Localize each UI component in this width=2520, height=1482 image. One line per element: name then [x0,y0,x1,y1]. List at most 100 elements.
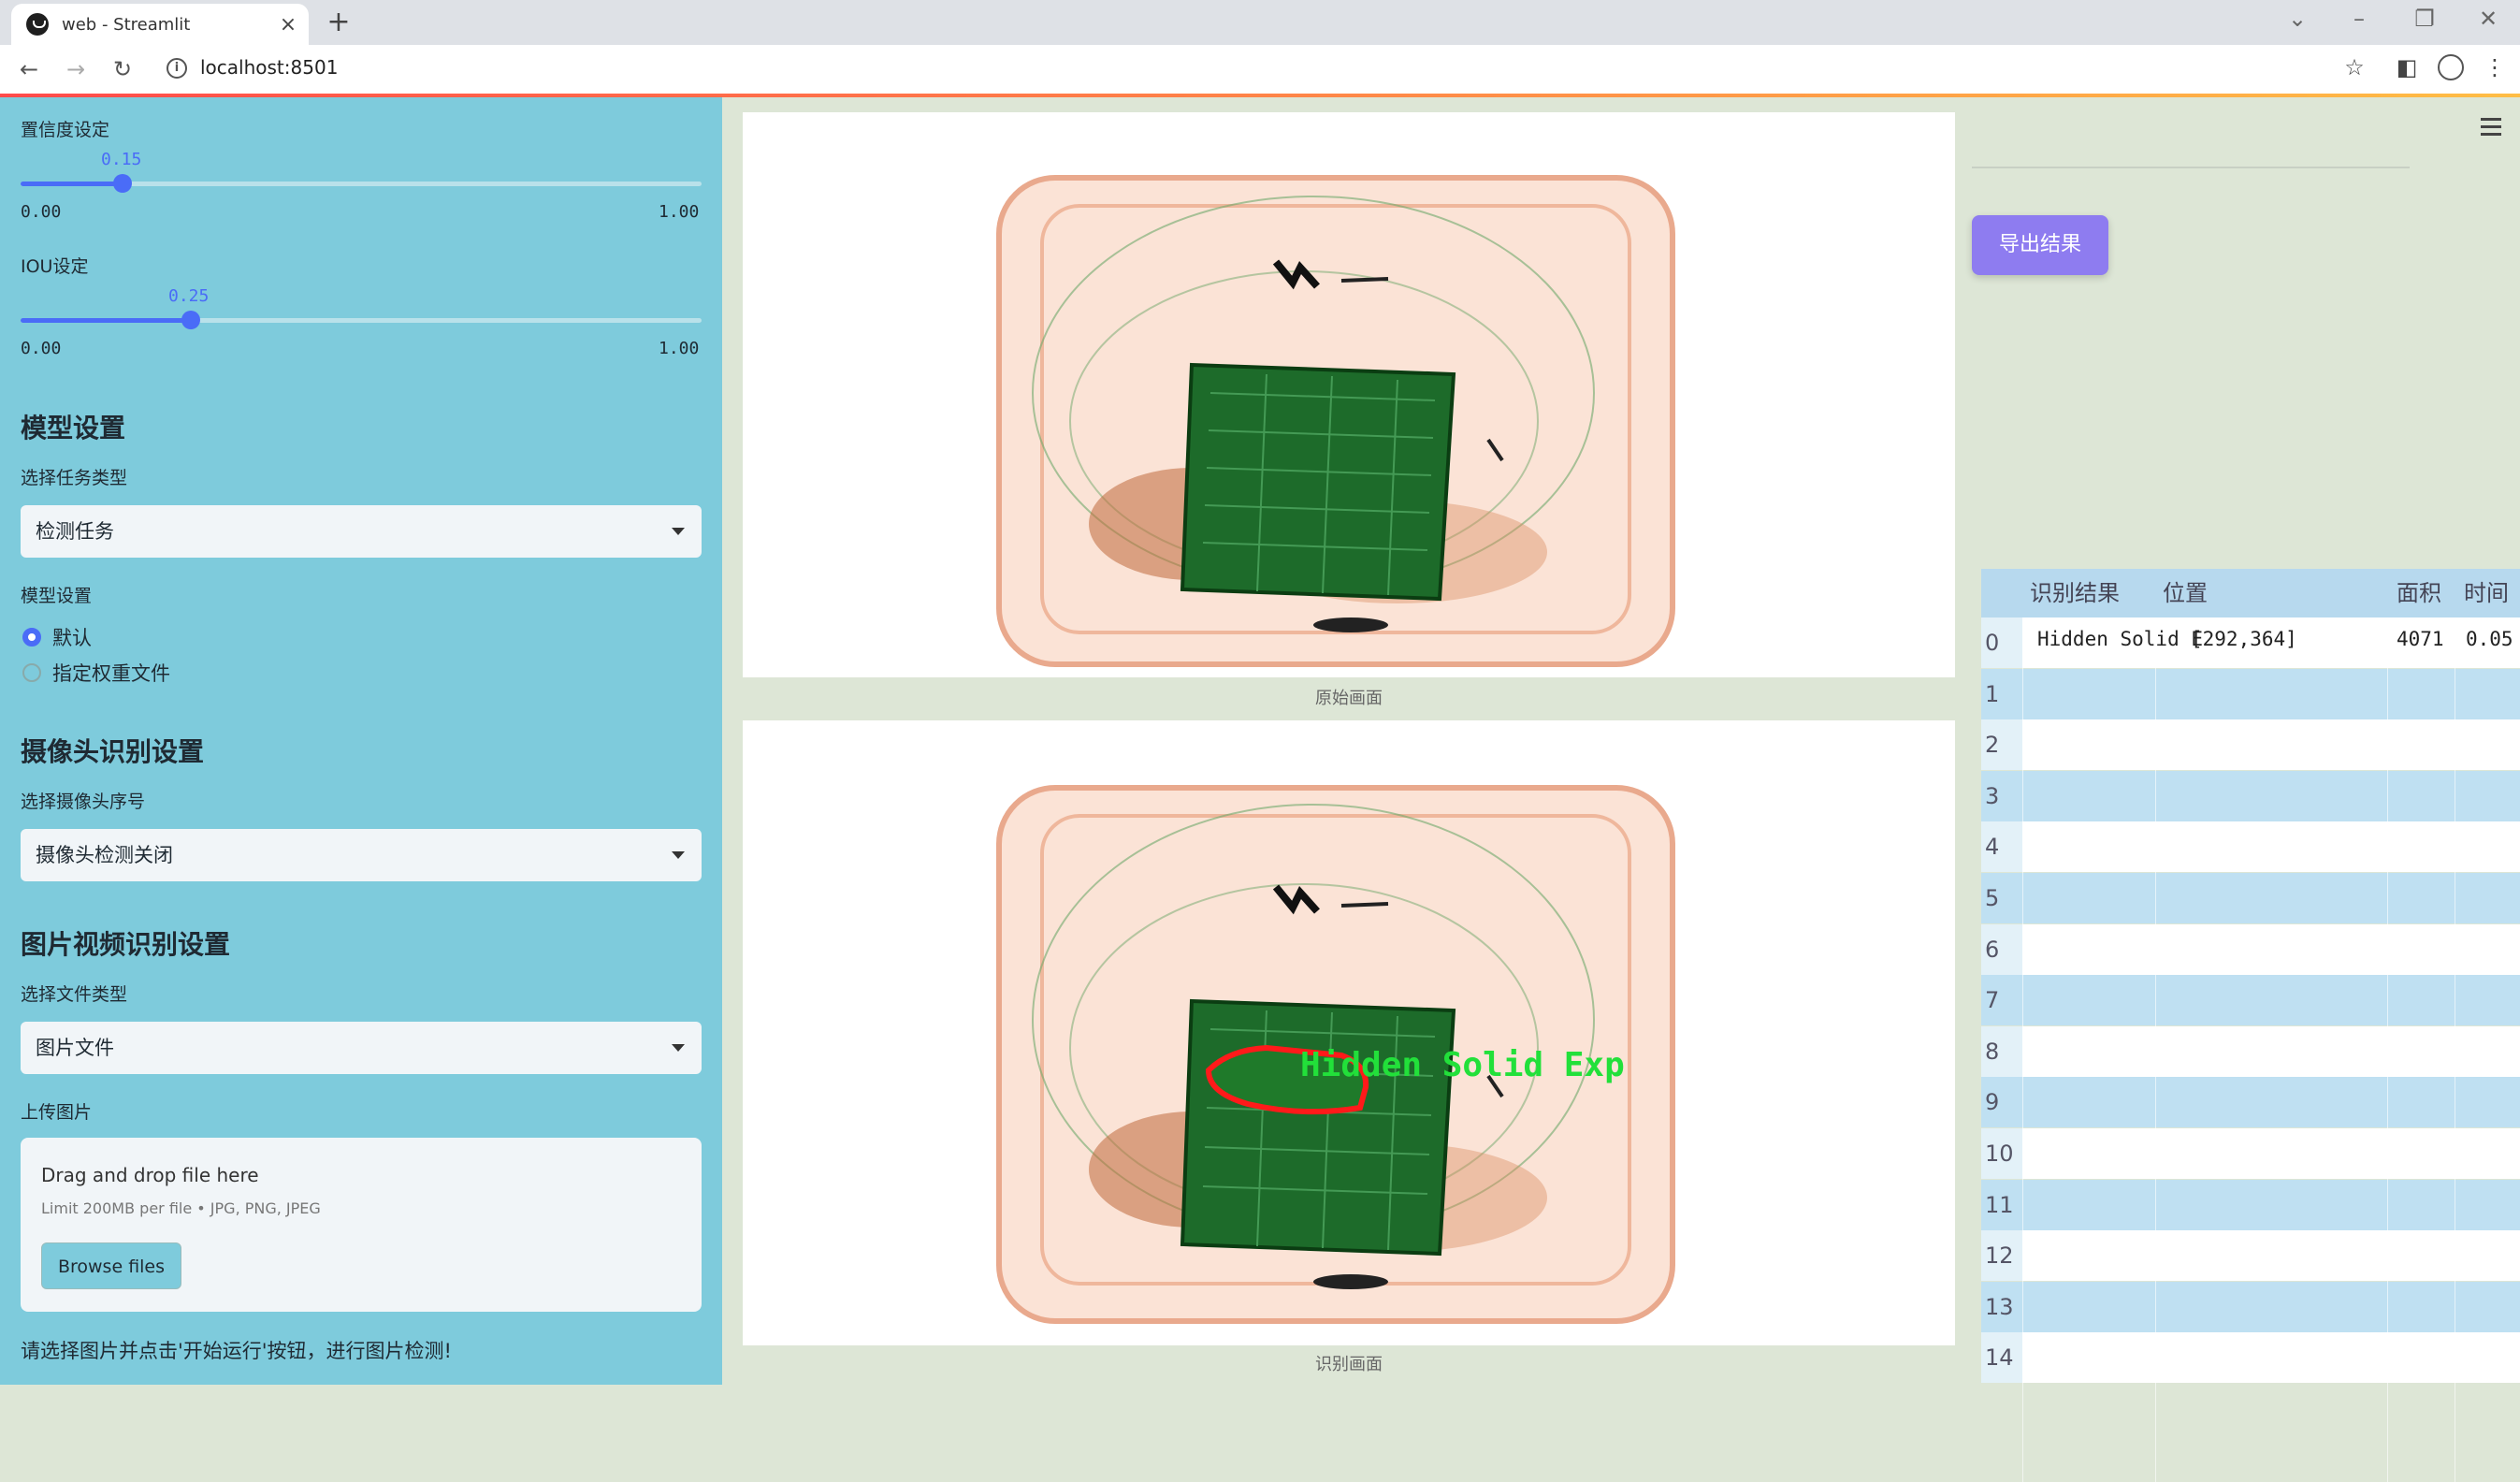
confidence-slider-thumb[interactable] [113,174,133,193]
confidence-label: 置信度设定 [21,120,110,140]
address-bar[interactable]: localhost:8501 [200,56,338,79]
chevron-down-icon [672,1044,685,1052]
close-window-icon[interactable]: ✕ [2469,6,2507,32]
original-image-caption: 原始画面 [1315,689,1383,708]
main-menu-icon[interactable] [2481,118,2501,140]
section-divider [1972,167,2410,168]
column-header-result[interactable]: 识别结果 [2030,569,2120,618]
column-divider [2387,618,2388,1482]
restore-icon[interactable]: ❐ [2406,6,2443,32]
column-header-time[interactable]: 时间 [2464,569,2509,618]
task-type-select[interactable]: 检测任务 [21,505,702,558]
task-type-value: 检测任务 [36,520,114,543]
back-icon[interactable]: ← [13,54,45,84]
camera-index-label: 选择摄像头序号 [21,792,146,812]
table-row[interactable]: 13 [1981,1281,2520,1332]
file-type-value: 图片文件 [36,1037,114,1059]
radio-unselected-icon [22,663,41,682]
row-index: 7 [1981,975,2022,1026]
cell-position[interactable]: [292,364] [2191,618,2297,668]
cell-area[interactable]: 4071 [2397,618,2444,668]
table-header: 识别结果 位置 面积 时间 [1981,569,2520,618]
row-index: 12 [1981,1230,2022,1282]
bookmark-star-icon[interactable]: ☆ [2339,54,2370,80]
row-index: 13 [1981,1281,2022,1332]
export-results-button[interactable]: 导出结果 [1972,215,2108,275]
confidence-slider[interactable] [21,174,702,193]
cell-result[interactable]: Hidden Solid E [2037,618,2203,668]
detection-label: Hidden Solid Exp [1300,1046,1625,1084]
browser-tab[interactable]: web - Streamlit × [11,4,309,45]
dropzone-limit: Limit 200MB per file • JPG, PNG, JPEG [41,1199,321,1217]
row-index: 6 [1981,923,2022,975]
upload-hint-text: 请选择图片并点击'开始运行'按钮，进行图片检测! [21,1340,452,1362]
row-index: 5 [1981,873,2022,923]
iou-slider[interactable] [21,311,702,329]
iou-value: 0.25 [168,286,210,306]
iou-label: IOU设定 [21,256,89,277]
table-row[interactable]: 12 [1981,1230,2520,1282]
reload-icon[interactable]: ↻ [107,54,138,84]
xray-scan-result: Hidden Solid Exp [996,785,1675,1324]
streamlit-favicon-icon [26,13,49,36]
table-row[interactable]: 7 [1981,975,2520,1026]
forward-icon[interactable]: → [60,54,92,84]
chevron-down-icon [672,528,685,535]
task-type-label: 选择任务类型 [21,468,128,488]
table-row[interactable]: 5 [1981,873,2520,923]
address-bar-row: ← → ↻ i localhost:8501 ☆ ◧ ⋮ [0,45,2520,94]
table-row[interactable]: 1 [1981,668,2520,719]
table-row[interactable]: 9 [1981,1077,2520,1128]
close-tab-icon[interactable]: × [275,13,301,36]
radio-selected-icon [22,628,41,647]
table-row[interactable]: 6 [1981,923,2520,975]
table-row[interactable]: 8 [1981,1025,2520,1077]
row-index: 10 [1981,1128,2022,1179]
camera-settings-heading: 摄像头识别设置 [21,736,205,767]
file-type-select[interactable]: 图片文件 [21,1022,702,1074]
table-row[interactable]: 10 [1981,1128,2520,1179]
profile-avatar-icon[interactable] [2438,54,2464,80]
column-header-area[interactable]: 面积 [2397,569,2441,618]
table-row[interactable]: 3 [1981,770,2520,821]
radio-default-label: 默认 [52,627,92,649]
iou-min: 0.00 [21,339,62,358]
iou-max: 1.00 [659,339,700,358]
original-image [743,112,1955,677]
table-row[interactable]: 0 Hidden Solid E [292,364] 4071 0.05 [1981,618,2520,668]
table-row[interactable]: 11 [1981,1179,2520,1230]
row-index: 0 [1981,618,2022,668]
model-settings-heading: 模型设置 [21,413,126,443]
xray-scan-original [996,175,1675,667]
camera-index-select[interactable]: 摄像头检测关闭 [21,829,702,881]
row-index: 14 [1981,1332,2022,1384]
upload-label: 上传图片 [21,1102,93,1123]
iou-slider-thumb[interactable] [181,311,200,329]
table-row[interactable]: 2 [1981,719,2520,771]
chrome-menu-icon[interactable]: ⋮ [2479,54,2511,80]
file-uploader-dropzone[interactable]: Drag and drop file here Limit 200MB per … [21,1138,702,1312]
radio-custom-label: 指定权重文件 [52,662,170,685]
iou-slider-fill [21,318,191,323]
tab-search-chevron-icon[interactable]: ⌄ [2279,6,2316,32]
site-info-icon[interactable]: i [167,58,187,79]
new-tab-icon[interactable]: + [322,6,355,38]
table-row[interactable]: 14 [1981,1332,2520,1384]
column-divider [2022,618,2023,1482]
confidence-min: 0.00 [21,202,62,222]
radio-default[interactable]: 默认 [22,623,92,651]
column-header-position[interactable]: 位置 [2163,569,2208,618]
row-index: 2 [1981,719,2022,771]
row-index: 9 [1981,1077,2022,1128]
browser-tab-strip: web - Streamlit × + ⌄ – ❐ ✕ [0,0,2520,45]
confidence-max: 1.00 [659,202,700,222]
side-panel-icon[interactable]: ◧ [2391,54,2423,80]
camera-index-value: 摄像头检测关闭 [36,844,173,866]
browse-files-button[interactable]: Browse files [41,1242,181,1289]
minimize-icon[interactable]: – [2340,6,2378,32]
column-divider [2155,618,2156,1482]
cell-time[interactable]: 0.05 [2466,618,2513,668]
table-row[interactable]: 4 [1981,821,2520,873]
radio-custom-weights[interactable]: 指定权重文件 [22,659,170,687]
row-index: 11 [1981,1179,2022,1230]
